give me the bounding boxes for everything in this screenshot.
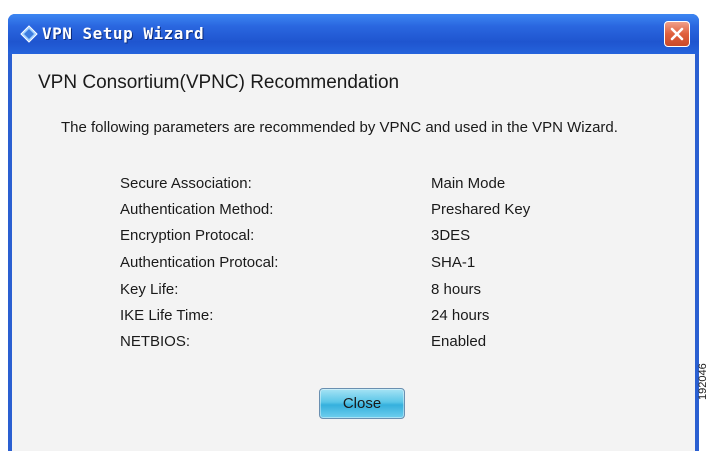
param-row-secure-association: Secure Association: Main Mode bbox=[12, 173, 695, 197]
param-label: Encryption Protocal: bbox=[120, 227, 255, 244]
param-label: NETBIOS: bbox=[120, 333, 191, 350]
intro-text: The following parameters are recommended… bbox=[61, 119, 618, 136]
param-row-encryption-protocol: Encryption Protocal: 3DES bbox=[12, 225, 695, 249]
param-value: Enabled bbox=[431, 333, 487, 350]
window-title: VPN Setup Wizard bbox=[42, 24, 205, 43]
param-label: Secure Association: bbox=[120, 175, 252, 192]
close-button[interactable]: Close bbox=[319, 388, 405, 419]
param-row-authentication-method: Authentication Method: Preshared Key bbox=[12, 199, 695, 223]
param-value: Main Mode bbox=[431, 175, 506, 192]
param-value: Preshared Key bbox=[431, 201, 531, 218]
wizard-app-icon bbox=[20, 25, 38, 43]
window-close-button[interactable] bbox=[664, 21, 690, 47]
figure-code: 192046 bbox=[697, 363, 709, 400]
param-row-netbios: NETBIOS: Enabled bbox=[12, 331, 695, 355]
param-label: IKE Life Time: bbox=[120, 307, 214, 324]
dialog-body: VPN Consortium(VPNC) Recommendation The … bbox=[12, 54, 695, 451]
param-value: 24 hours bbox=[431, 307, 490, 324]
param-row-key-life: Key Life: 8 hours bbox=[12, 279, 695, 303]
param-value: SHA-1 bbox=[431, 254, 476, 271]
param-label: Key Life: bbox=[120, 281, 179, 298]
page-title: VPN Consortium(VPNC) Recommendation bbox=[38, 72, 400, 93]
param-value: 3DES bbox=[431, 227, 471, 244]
param-label: Authentication Protocal: bbox=[120, 254, 279, 271]
param-value: 8 hours bbox=[431, 281, 482, 298]
close-icon bbox=[670, 27, 684, 41]
param-row-authentication-protocol: Authentication Protocal: SHA-1 bbox=[12, 252, 695, 276]
param-row-ike-life-time: IKE Life Time: 24 hours bbox=[12, 305, 695, 329]
title-bar[interactable]: VPN Setup Wizard bbox=[8, 14, 699, 54]
param-label: Authentication Method: bbox=[120, 201, 274, 218]
vpn-setup-wizard-window: VPN Setup Wizard VPN Consortium(VPNC) Re… bbox=[8, 14, 699, 451]
